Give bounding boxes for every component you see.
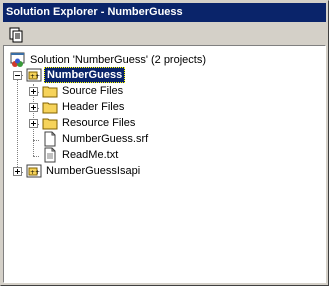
solution-tree[interactable]: Solution 'NumberGuess' (2 projects) ++ N… — [3, 45, 326, 283]
tree-item-label: Source Files — [62, 85, 124, 97]
folder-icon — [42, 83, 58, 99]
properties-pages-icon[interactable] — [6, 25, 26, 44]
folder-icon — [42, 115, 58, 131]
folder-icon — [42, 99, 58, 115]
expand-toggle[interactable] — [29, 119, 38, 128]
tree-item-label: NumberGuess — [44, 67, 126, 83]
solution-icon — [10, 52, 26, 68]
expand-toggle[interactable] — [13, 167, 22, 176]
tree-item-label: Solution 'NumberGuess' (2 projects) — [30, 54, 206, 66]
expand-toggle[interactable] — [29, 103, 38, 112]
expand-toggle[interactable] — [29, 87, 38, 96]
file-icon — [42, 131, 58, 147]
solution-explorer-window: Solution Explorer - NumberGuess Solution… — [0, 0, 329, 286]
tree-connector — [17, 76, 18, 173]
toolbar — [3, 23, 326, 45]
tree-item-label: Header Files — [62, 101, 125, 113]
tree-connector — [33, 156, 39, 157]
svg-text:++: ++ — [30, 169, 40, 176]
tree-item-label: NumberGuess.srf — [62, 133, 149, 145]
tree-connector — [33, 140, 39, 141]
collapse-toggle[interactable] — [13, 71, 22, 80]
tree-item-label: Resource Files — [62, 117, 136, 129]
file-icon — [42, 147, 58, 163]
window-title: Solution Explorer - NumberGuess — [3, 3, 326, 22]
tree-item-label: ReadMe.txt — [62, 149, 119, 161]
svg-text:++: ++ — [30, 73, 40, 80]
vc-project-icon: ++ — [26, 163, 42, 179]
tree-item-label: NumberGuessIsapi — [46, 165, 141, 177]
vc-project-icon: ++ — [26, 67, 42, 83]
